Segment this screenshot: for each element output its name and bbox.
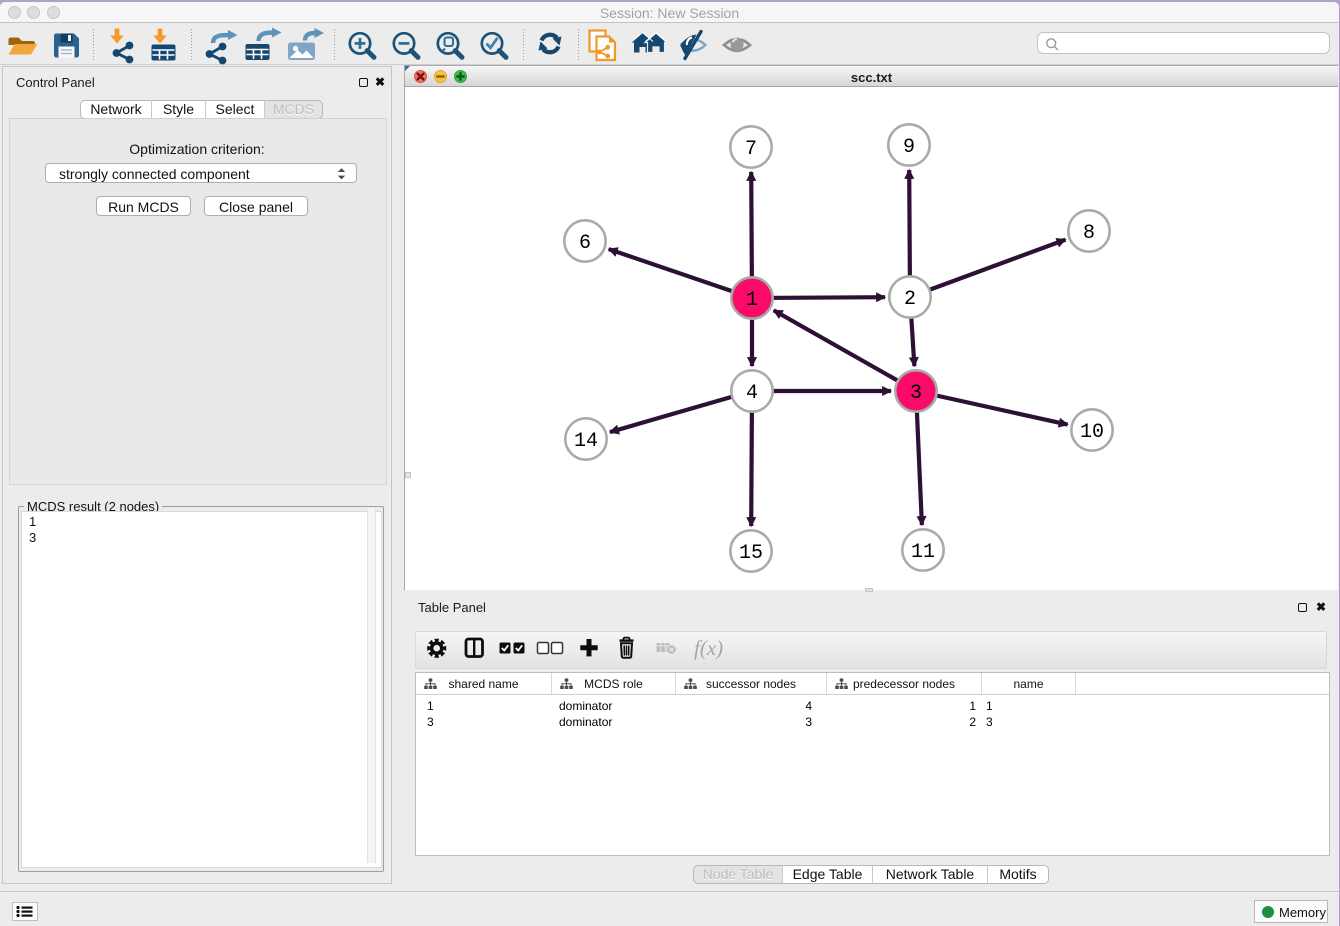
svg-text:1: 1 [746, 289, 758, 312]
svg-text:11: 11 [911, 541, 935, 564]
svg-text:3: 3 [910, 382, 922, 405]
svg-text:14: 14 [574, 430, 598, 453]
svg-text:f(x): f(x) [694, 636, 723, 660]
svg-text:2: 2 [904, 288, 916, 311]
svg-text:9: 9 [903, 136, 915, 159]
svg-text:15: 15 [739, 542, 763, 565]
svg-text:7: 7 [745, 138, 757, 161]
svg-text:8: 8 [1083, 222, 1095, 245]
svg-text:6: 6 [579, 232, 591, 255]
svg-text:4: 4 [746, 382, 758, 405]
svg-text:10: 10 [1080, 421, 1104, 444]
